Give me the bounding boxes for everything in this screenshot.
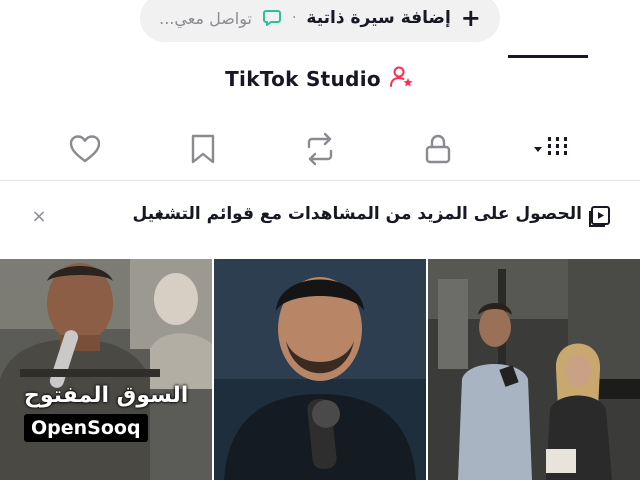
active-tab-indicator [508, 55, 588, 58]
video-thumbnail-1[interactable]: السوق المفتوح OpenSooq [0, 259, 212, 480]
tiktok-studio-link[interactable]: TikTok Studio [0, 62, 640, 96]
user-star-icon [389, 64, 415, 94]
watermark: السوق المفتوح OpenSooq [24, 383, 188, 442]
heart-icon [69, 135, 101, 163]
chat-icon [262, 8, 282, 28]
studio-label: TikTok Studio [225, 67, 381, 91]
tab-liked[interactable] [45, 120, 125, 178]
tabs-divider [0, 180, 640, 181]
video-thumbnail-3[interactable] [428, 259, 640, 480]
watermark-arabic: السوق المفتوح [24, 383, 189, 408]
video-thumbnail-2[interactable] [214, 259, 426, 480]
grid-icon [534, 137, 567, 155]
lock-icon [425, 134, 451, 164]
playlist-banner[interactable]: × ‹ الحصول على المزيد من المشاهدات مع قو… [0, 195, 640, 241]
tab-videos[interactable] [508, 120, 588, 178]
tab-reposts[interactable] [280, 120, 360, 178]
profile-tabs [0, 120, 640, 180]
separator-dot: · [291, 10, 297, 26]
video-grid: السوق المفتوح OpenSooq [0, 259, 640, 480]
tab-private[interactable] [398, 120, 478, 178]
contact-me-link[interactable]: تواصل معي... [159, 9, 252, 28]
watermark-latin: OpenSooq [24, 414, 148, 442]
banner-text: الحصول على المزيد من المشاهدات مع قوائم … [132, 204, 582, 224]
add-bio-link[interactable]: إضافة سيرة ذاتية [306, 8, 450, 28]
repost-icon [307, 132, 333, 166]
plus-icon: + [460, 4, 481, 32]
playlist-icon [588, 204, 612, 232]
tab-favorites[interactable] [163, 120, 243, 178]
close-icon[interactable]: × [26, 203, 52, 229]
bio-pill[interactable]: + إضافة سيرة ذاتية · تواصل معي... [140, 0, 500, 42]
bookmark-icon [191, 134, 215, 164]
